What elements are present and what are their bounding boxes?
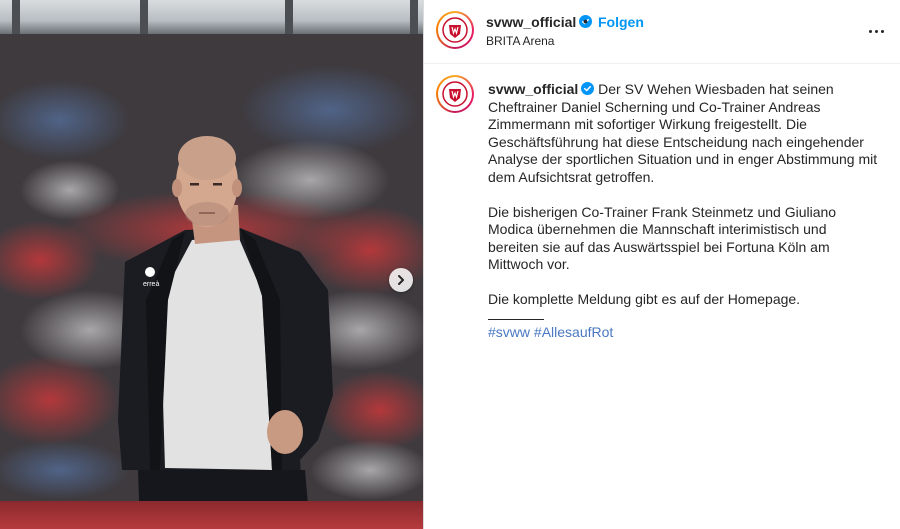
- post-header: svww_official • Folgen BRITA Arena: [424, 0, 900, 64]
- hashtag-svww[interactable]: #svww: [488, 324, 530, 340]
- separator-dot: •: [583, 13, 588, 29]
- post-location[interactable]: BRITA Arena: [486, 34, 554, 48]
- caption-avatar[interactable]: [436, 75, 474, 113]
- follow-button[interactable]: Folgen: [598, 14, 644, 30]
- post-media-photo[interactable]: erreà: [0, 0, 423, 529]
- jacket-brand-text: erreà: [143, 281, 159, 288]
- caption-username[interactable]: svww_official: [488, 81, 578, 97]
- caption-paragraph-3: Die komplette Meldung gibt es auf der Ho…: [488, 291, 801, 307]
- more-options-icon[interactable]: [864, 21, 888, 41]
- hashtag-list: #svww #AllesaufRot: [488, 324, 613, 340]
- stadium-advertising-board: [0, 501, 423, 529]
- caption-separator-line: [488, 319, 544, 320]
- svww-crest-icon: [442, 81, 468, 107]
- header-username[interactable]: svww_official: [486, 14, 593, 30]
- next-image-button[interactable]: [389, 268, 413, 292]
- club-logo: [440, 15, 470, 45]
- post-caption: svww_official Der SV Wehen Wiesbaden hat…: [488, 81, 878, 309]
- hashtag-allesaufrot[interactable]: #AllesaufRot: [534, 324, 613, 340]
- panel-divider: [423, 0, 424, 529]
- account-avatar[interactable]: [436, 11, 474, 49]
- coach-figure: erreà: [118, 136, 333, 529]
- club-logo: [440, 79, 470, 109]
- verified-badge-icon: [581, 82, 595, 95]
- svww-crest-icon: [442, 17, 468, 43]
- caption-paragraph-2: Die bisherigen Co-Trainer Frank Steinmet…: [488, 203, 837, 273]
- chevron-right-icon: [398, 275, 404, 285]
- username-text[interactable]: svww_official: [486, 14, 576, 30]
